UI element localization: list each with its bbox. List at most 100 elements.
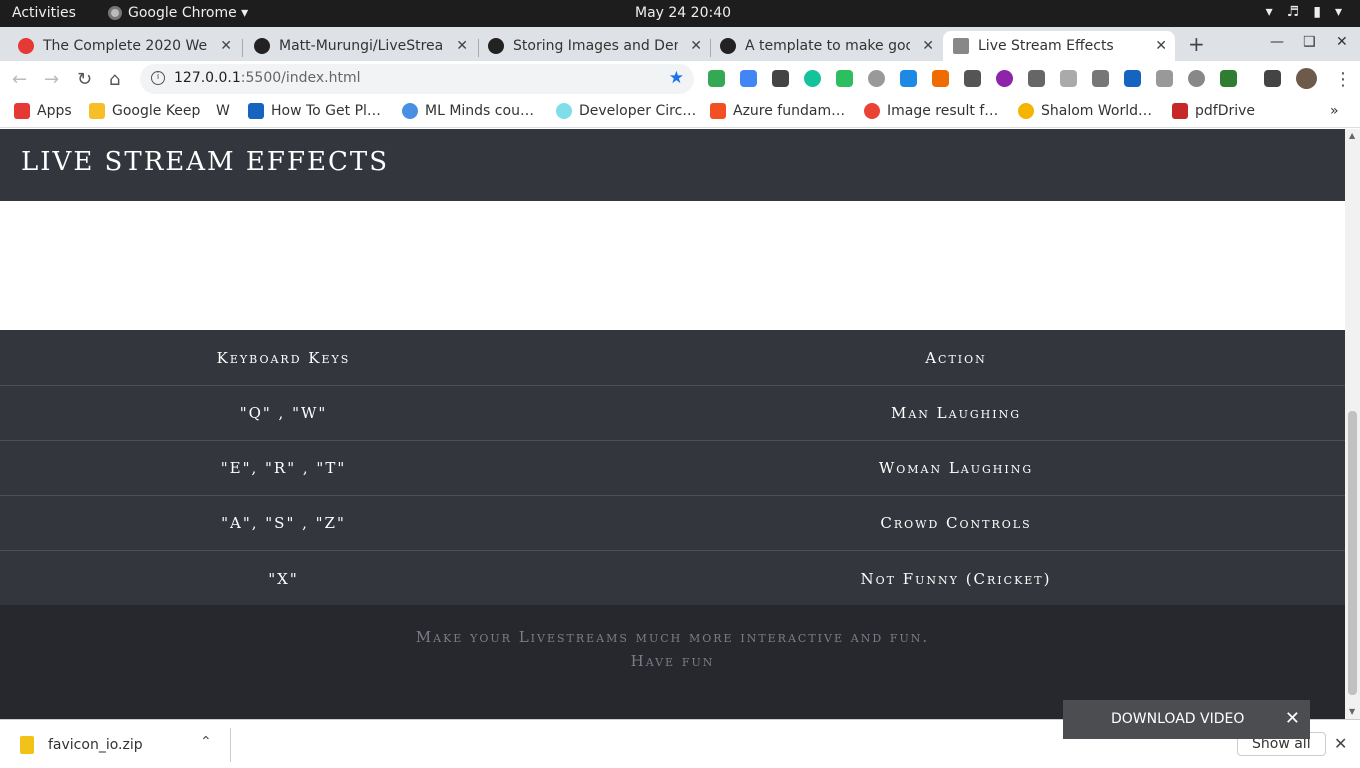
extension-icon[interactable] [1156,70,1173,87]
wifi-icon: ▾ [1265,4,1273,20]
calendar-icon[interactable] [740,70,757,87]
battery-icon: ▮ [1313,4,1321,20]
maximize-button[interactable]: ❑ [1303,34,1316,50]
bookmark-azure[interactable]: Azure fundam… [710,103,845,119]
keep-icon[interactable] [772,70,789,87]
tab-live-stream-effects[interactable]: Live Stream Effects ✕ [943,31,1175,61]
scroll-down-arrow-icon[interactable]: ▼ [1349,707,1355,716]
extension-icon[interactable] [868,70,885,87]
column-header-keys: Keyboard Keys [216,348,351,367]
site-icon [402,103,418,119]
tab-github-livestream[interactable]: Matt-Murungi/LiveStrea ✕ [244,31,476,61]
close-shelf-icon[interactable]: ✕ [1334,734,1347,753]
window-close-button[interactable]: ✕ [1336,34,1348,50]
system-tray[interactable]: ▾ ♬ ▮ ▾ [1266,4,1342,20]
scrollbar-thumb[interactable] [1348,411,1357,695]
extension-icon[interactable] [996,70,1013,87]
table-row: "X" Not Funny (Cricket) [0,551,1345,606]
tab-title: A template to make good [745,38,910,54]
address-bar[interactable]: i 127.0.0.1:5500/index.html ★ [140,64,694,94]
badge-45-icon[interactable] [1124,70,1141,87]
tab-title: Matt-Murungi/LiveStrea [279,38,444,54]
table-row: "A", "S" , "Z" Crowd Controls [0,496,1345,551]
tree-icon[interactable] [1220,70,1237,87]
eyedropper-icon[interactable] [964,70,981,87]
site-icon [556,103,572,119]
keep-icon [89,103,105,119]
bookmark-shalom-world[interactable]: Shalom World… [1018,103,1152,119]
table-header-row: Keyboard Keys Action [0,330,1345,386]
page-scrollbar[interactable]: ▲ ▼ [1345,129,1360,719]
bookmark-how-to-get[interactable]: How To Get Pl… [248,103,381,119]
bookmark-wikipedia[interactable]: W [216,103,230,119]
table-row: "E", "R" , "T" Woman Laughing [0,441,1345,496]
site-icon [1018,103,1034,119]
download-item[interactable]: favicon_io.zip [20,736,143,754]
tab-divider [242,39,243,57]
tab-udemy[interactable]: The Complete 2020 Web D ✕ [8,31,240,61]
bookmarks-bar: Apps Google Keep W How To Get Pl… ML Min… [0,97,1360,128]
minimize-button[interactable]: — [1270,34,1284,50]
zip-file-icon [20,736,34,754]
reload-button[interactable]: ↻ [77,69,92,90]
close-icon[interactable]: ✕ [1155,38,1167,54]
apps-grid-icon [14,103,30,119]
volume-icon: ♬ [1286,4,1300,20]
bookmark-image-result[interactable]: Image result f… [864,103,998,119]
app-menu[interactable]: Google Chrome ▾ [108,5,248,21]
close-icon[interactable]: ✕ [456,38,468,54]
tab-strip: The Complete 2020 Web D ✕ Matt-Murungi/L… [0,27,1360,61]
action-cell: Man Laughing [890,404,1021,422]
download-video-bar[interactable]: DOWNLOAD VIDEO ✕ [1063,700,1310,739]
close-icon[interactable]: ✕ [1285,708,1300,729]
bookmark-ml-minds[interactable]: ML Minds cou… [402,103,534,119]
bookmark-pdfdrive[interactable]: pdfDrive [1172,103,1255,119]
scroll-up-arrow-icon[interactable]: ▲ [1349,131,1355,140]
shelf-divider [230,728,231,762]
microsoft-icon [710,103,726,119]
forward-button[interactable]: → [44,69,59,90]
action-cell: Woman Laughing [878,459,1034,477]
media-controls-icon[interactable] [1264,70,1281,87]
close-icon[interactable]: ✕ [690,38,702,54]
info-icon[interactable]: i [151,71,165,85]
vue-devtools-icon[interactable] [1060,70,1077,87]
menu-kebab-icon[interactable]: ⋮ [1334,69,1352,90]
bug-icon[interactable] [1188,70,1205,87]
new-badge-icon[interactable] [900,70,917,87]
chrome-icon [108,6,122,20]
tab-storing-images[interactable]: Storing Images and Dem ✕ [478,31,710,61]
activities-button[interactable]: Activities [12,5,76,21]
chevron-up-icon[interactable]: ⌃ [200,734,212,750]
action-cell: Crowd Controls [880,514,1032,532]
site-header: LIVE STREAM EFFECTS [0,129,1345,201]
bookmark-apps[interactable]: Apps [14,103,72,119]
extension-icon[interactable] [932,70,949,87]
clock[interactable]: May 24 20:40 [635,5,731,21]
keys-cell: "X" [268,569,299,588]
bookmark-star-icon[interactable]: ★ [669,68,684,88]
key-action-table: Keyboard Keys Action "Q" , "W" Man Laugh… [0,330,1345,606]
pocket-icon[interactable] [1028,70,1045,87]
bookmark-developer-circles[interactable]: Developer Circ… [556,103,696,119]
close-icon[interactable]: ✕ [220,38,232,54]
udemy-icon [18,38,34,54]
home-button[interactable]: ⌂ [109,69,120,90]
tab-template[interactable]: A template to make good ✕ [710,31,942,61]
back-button[interactable]: ← [12,69,27,90]
page-icon [953,38,969,54]
google-icon [864,103,880,119]
avatar[interactable] [1296,68,1317,89]
drive-icon[interactable] [708,70,725,87]
close-icon[interactable]: ✕ [922,38,934,54]
new-tab-button[interactable]: + [1188,32,1205,56]
more-bookmarks-icon[interactable]: » [1330,103,1339,119]
download-video-label[interactable]: DOWNLOAD VIDEO [1111,711,1244,727]
evernote-icon[interactable] [836,70,853,87]
tab-title: The Complete 2020 Web D [43,38,208,54]
bookmark-google-keep[interactable]: Google Keep [89,103,200,119]
column-header-action: Action [925,348,987,367]
extension-icon[interactable] [1092,70,1109,87]
grammarly-icon[interactable] [804,70,821,87]
github-icon [254,38,270,54]
